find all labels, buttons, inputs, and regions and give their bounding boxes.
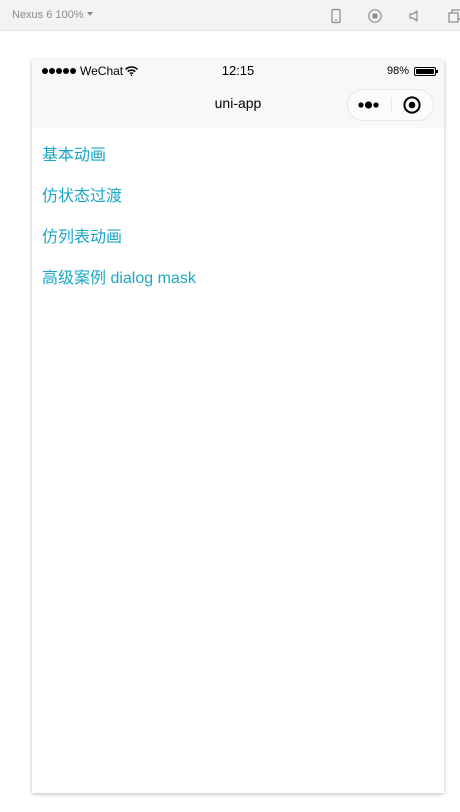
status-time: 12:15 [221, 63, 255, 78]
phone-icon[interactable] [328, 8, 344, 24]
window-icon[interactable] [447, 8, 460, 24]
record-icon[interactable] [367, 8, 383, 24]
caret-down-icon [86, 12, 93, 16]
mini-program-capsule [347, 89, 434, 121]
battery-percent: 98% [386, 65, 409, 77]
menu-item-basic-animation[interactable]: 基本动画 [42, 141, 106, 165]
device-select[interactable]: Nexus 6 100% [12, 9, 93, 21]
volume-icon[interactable] [407, 8, 423, 24]
device-select-label: Nexus 6 100% [12, 9, 84, 21]
target-circle-icon [403, 96, 421, 114]
status-right: 98% [386, 65, 438, 77]
close-button[interactable] [392, 90, 433, 120]
more-dots-icon [358, 101, 379, 109]
battery-icon [414, 66, 438, 76]
phone-frame: WeChat 12:15 98% uni-app 基本动画 仿状态过渡 仿列表动… [32, 60, 444, 793]
menu-item-list-animation[interactable]: 仿列表动画 [42, 223, 122, 247]
more-button[interactable] [348, 90, 391, 120]
status-bar: WeChat 12:15 98% [32, 60, 444, 82]
menu-item-dialog-mask[interactable]: 高级案例 dialog mask [42, 264, 196, 288]
devtools-toolbar: Nexus 6 100% [0, 0, 460, 31]
battery-fill [416, 68, 434, 74]
menu-item-state-transition[interactable]: 仿状态过渡 [42, 182, 122, 206]
nav-bar: uni-app [32, 82, 444, 128]
